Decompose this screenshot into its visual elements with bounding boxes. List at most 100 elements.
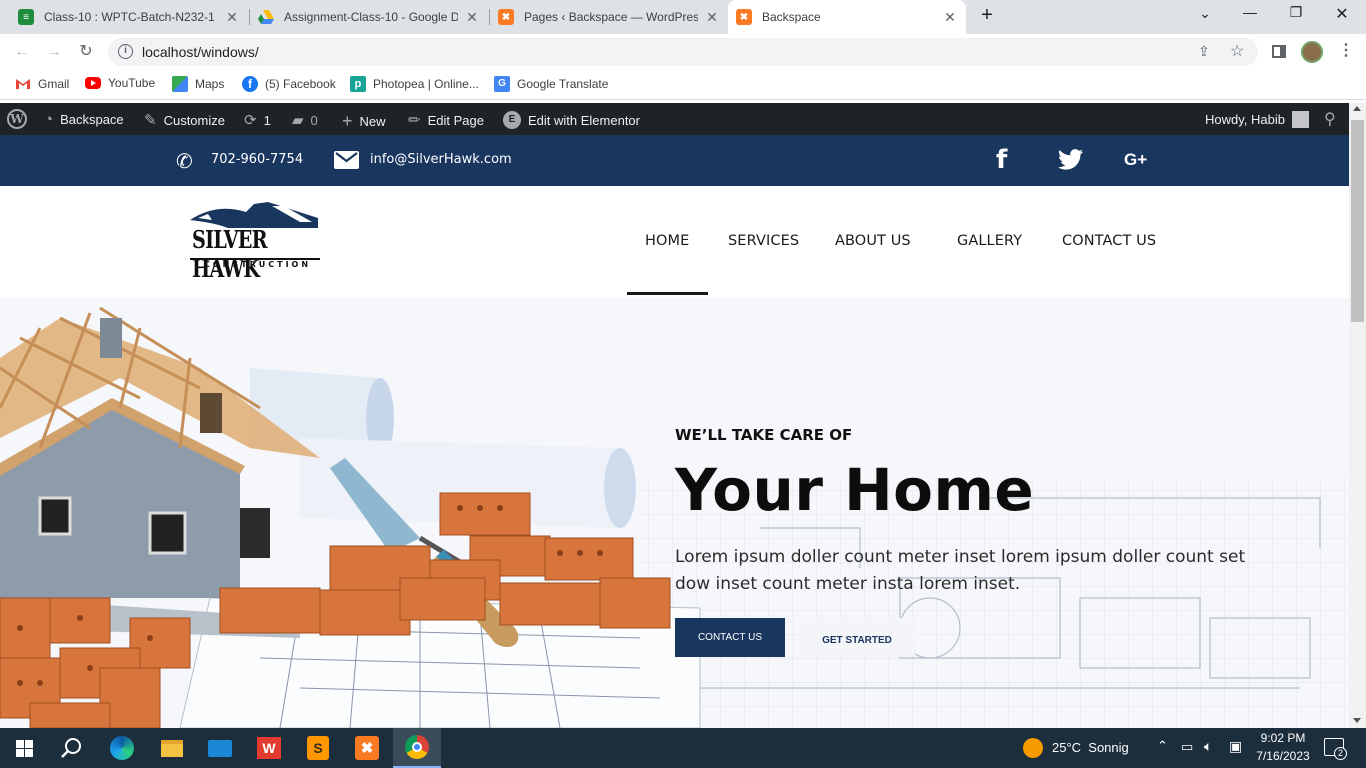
elementor-icon: E	[503, 111, 521, 129]
contact-email[interactable]: info@SilverHawk.com	[370, 152, 512, 167]
page-scrollbar[interactable]	[1349, 103, 1366, 728]
twitter-icon[interactable]	[1058, 149, 1083, 175]
close-tab-icon[interactable]: ✕	[942, 9, 958, 26]
scroll-down-icon[interactable]	[1353, 718, 1361, 723]
dashboard-icon: ◔	[44, 111, 54, 128]
profile-avatar[interactable]	[1301, 41, 1323, 63]
wordpress-logo-icon[interactable]: W	[7, 109, 27, 129]
admin-customize-link[interactable]: ✎ Customize	[144, 111, 225, 129]
site-logo[interactable]: SILVER HAWK CONSTRUCTION	[188, 200, 322, 283]
bookmark-translate[interactable]: G Google Translate	[494, 76, 608, 92]
close-tab-icon[interactable]: ✕	[224, 9, 240, 26]
admin-howdy-label: Howdy, Habib	[1205, 112, 1285, 127]
wps-office-icon[interactable]: W	[245, 728, 293, 768]
clock-date[interactable]: 7/16/2023	[1254, 749, 1312, 763]
url-text[interactable]: localhost/windows/	[142, 44, 259, 60]
bookmark-facebook[interactable]: f (5) Facebook	[242, 76, 336, 92]
xampp-icon[interactable]: ✖	[343, 728, 391, 768]
bookmark-maps[interactable]: Maps	[172, 76, 224, 92]
scroll-up-icon[interactable]	[1353, 106, 1361, 111]
notifications-count: 2	[1334, 747, 1347, 760]
youtube-icon	[85, 77, 101, 89]
admin-elementor-label: Edit with Elementor	[528, 112, 640, 128]
close-tab-icon[interactable]: ✕	[464, 9, 480, 26]
contact-phone[interactable]: 702-960-7754	[211, 152, 303, 167]
edge-icon[interactable]	[98, 728, 146, 768]
admin-new-link[interactable]: + New	[342, 111, 386, 132]
translate-icon: G	[494, 76, 510, 92]
admin-site-link[interactable]: ◔ Backspace	[44, 111, 124, 128]
admin-elementor-link[interactable]: E Edit with Elementor	[503, 111, 640, 129]
minimize-button[interactable]: —	[1240, 4, 1260, 20]
forward-icon[interactable]: →	[45, 43, 63, 61]
network-icon[interactable]: ▣	[1229, 738, 1242, 755]
browser-tab-class10[interactable]: ≡ Class-10 : WPTC-Batch-N232-1 - ✕	[10, 0, 248, 34]
bookmark-label: YouTube	[108, 76, 156, 90]
bookmark-photopea[interactable]: p Photopea | Online...	[350, 76, 479, 92]
sublime-text-icon[interactable]: S	[294, 728, 342, 768]
google-plus-icon[interactable]: G+	[1124, 150, 1147, 170]
nav-gallery[interactable]: GALLERY	[957, 233, 1022, 249]
admin-avatar	[1291, 111, 1309, 128]
admin-edit-page-link[interactable]: ✏ Edit Page	[408, 111, 484, 129]
volume-icon[interactable]: 🔈︎	[1204, 738, 1212, 755]
menu-icon[interactable]: ⋮	[1338, 40, 1354, 60]
browser-tab-assignment[interactable]: Assignment-Class-10 - Google D ✕	[250, 0, 488, 34]
tab-title: Backspace	[762, 10, 821, 24]
xampp-icon: ✖	[498, 9, 514, 25]
hero-section: WE’LL TAKE CARE OF Your Home Lorem ipsum…	[0, 298, 1349, 728]
site-contact-bar: ✆ 702-960-7754 info@SilverHawk.com f G+	[0, 135, 1349, 186]
clock-time[interactable]: 9:02 PM	[1256, 731, 1310, 745]
address-bar[interactable]: i localhost/windows/ ⇪ ☆	[108, 38, 1258, 66]
browser-toolbar: ← → ↻ i localhost/windows/ ⇪ ☆ ⋮	[0, 34, 1366, 70]
browser-tab-pages[interactable]: ✖ Pages ‹ Backspace — WordPress ✕	[490, 0, 728, 34]
bookmark-gmail[interactable]: Gmail	[15, 76, 69, 92]
admin-comments-count: 0	[310, 112, 318, 128]
close-window-button[interactable]: ✕	[1332, 4, 1352, 24]
hero-contact-button[interactable]: CONTACT US	[675, 618, 785, 657]
mail-icon[interactable]	[196, 728, 244, 768]
nav-active-indicator	[627, 292, 708, 295]
admin-updates-link[interactable]: ⟳ 1	[244, 111, 271, 129]
chrome-icon[interactable]	[393, 728, 441, 768]
weather-sun-icon[interactable]	[1023, 738, 1043, 758]
nav-contact-us[interactable]: CONTACT US	[1062, 233, 1156, 249]
site-info-icon[interactable]: i	[118, 44, 133, 59]
browser-tab-backspace[interactable]: ✖ Backspace ✕	[728, 0, 966, 34]
admin-site-label: Backspace	[60, 112, 124, 127]
nav-services[interactable]: SERVICES	[728, 233, 799, 249]
bookmark-star-icon[interactable]: ☆	[1230, 41, 1244, 61]
bookmark-youtube[interactable]: YouTube	[85, 76, 155, 90]
search-icon[interactable]	[48, 728, 96, 768]
facebook-icon[interactable]: f	[996, 145, 1007, 175]
hero-get-started-button[interactable]: GET STARTED	[799, 618, 915, 657]
tab-search-icon[interactable]: ⌄	[1195, 5, 1215, 22]
file-explorer-icon[interactable]	[148, 728, 196, 768]
notifications-icon[interactable]: 2	[1324, 738, 1347, 760]
hero-kicker: WE’LL TAKE CARE OF	[675, 426, 853, 444]
back-icon[interactable]: ←	[13, 43, 31, 61]
tray-chevron-icon[interactable]: ⌃	[1157, 738, 1168, 754]
nav-about-us[interactable]: ABOUT US	[835, 233, 911, 249]
admin-search-icon[interactable]: ⚲	[1324, 109, 1336, 129]
windows-start-icon[interactable]	[0, 728, 48, 768]
brush-icon: ✎	[144, 112, 157, 129]
weather-text[interactable]: 25°C Sonnig	[1052, 740, 1129, 755]
logo-subtext: CONSTRUCTION	[204, 260, 312, 269]
scrollbar-thumb[interactable]	[1351, 120, 1364, 322]
admin-comments-link[interactable]: ▰ 0	[292, 111, 318, 129]
new-tab-button[interactable]: +	[977, 4, 997, 27]
maximize-button[interactable]: ❐	[1286, 4, 1306, 21]
reload-icon[interactable]: ↻	[77, 43, 95, 61]
close-tab-icon[interactable]: ✕	[704, 9, 720, 26]
comment-icon: ▰	[292, 112, 304, 129]
share-icon[interactable]: ⇪	[1198, 43, 1210, 60]
admin-account-link[interactable]: Howdy, Habib	[1205, 111, 1309, 128]
battery-icon[interactable]: ▭	[1181, 739, 1193, 755]
side-panel-icon[interactable]	[1272, 45, 1286, 58]
tab-title: Assignment-Class-10 - Google D	[284, 10, 458, 24]
nav-home[interactable]: HOME	[645, 233, 689, 249]
google-drive-icon	[258, 9, 274, 25]
tab-title: Class-10 : WPTC-Batch-N232-1 -	[44, 10, 218, 24]
browser-tab-strip: ≡ Class-10 : WPTC-Batch-N232-1 - ✕ Assig…	[0, 0, 1366, 34]
